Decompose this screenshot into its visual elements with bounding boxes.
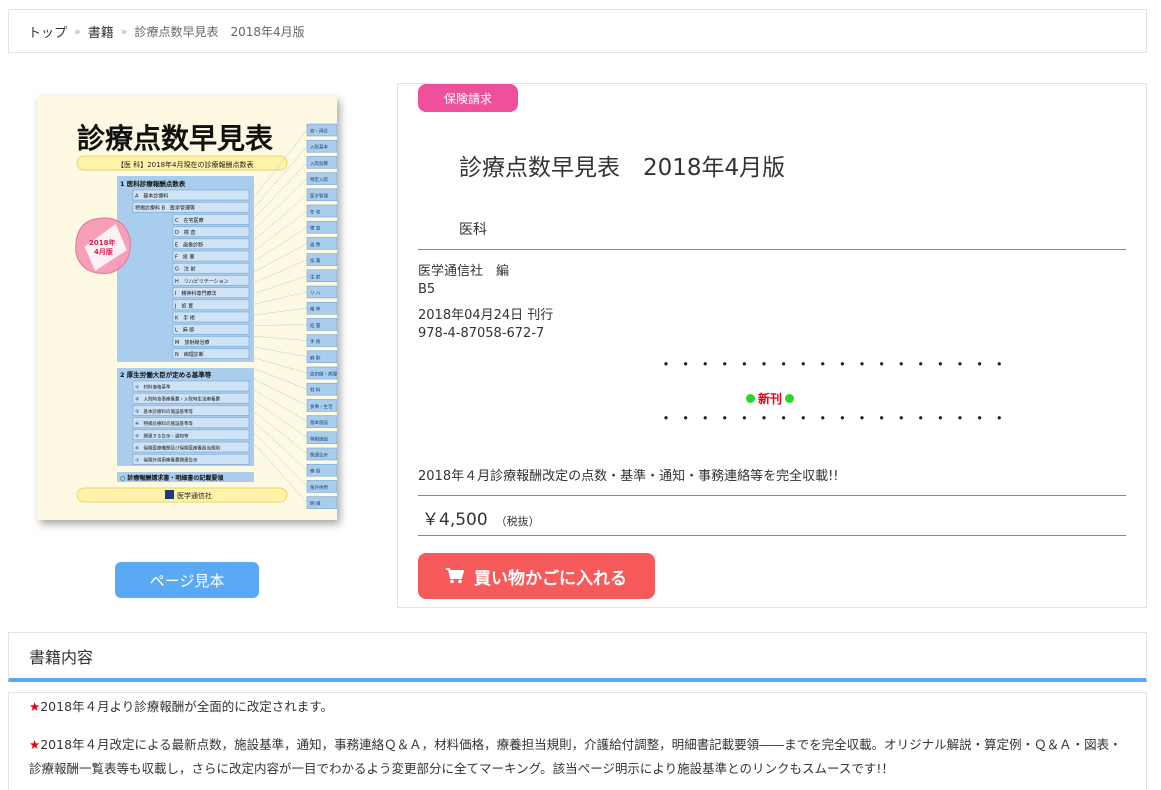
cover-index-tab-label: 材 料 — [310, 387, 321, 394]
cover-toc-label: ⑦ 保険外併用療養費関連告示 — [135, 457, 198, 464]
breadcrumb: トップ » 書籍 » 診療点数早見表 2018年4月版 — [8, 9, 1147, 53]
new-release-flag: 新刊 — [746, 390, 795, 407]
content-text: 2018年４月より診療報酬が全面的に改定されます。 — [40, 699, 334, 714]
product-title: 診療点数早見表 2018年4月版 — [459, 155, 786, 181]
content-text: 2018年４月改定による最新点数，施設基準，通知，事務連絡Ｑ＆Ａ，材料価格，療養… — [29, 737, 1122, 776]
cover-toc-label: G 注 射 — [175, 266, 195, 273]
book-cover-graphic: 診療点数早見表 【医 科】2018年4月現在の診療報酬点数表 1 医科診療報酬点… — [37, 96, 337, 520]
cover-index-tab-label: 処 置 — [310, 322, 321, 329]
dotted-divider-top: ・・・・・・・・・・・・・・・・・・ — [658, 355, 1011, 374]
cover-publisher: 医学通信社 — [177, 491, 212, 500]
add-to-cart-label: 買い物かごに入れる — [474, 568, 627, 589]
cover-toc-label: C 在宅医療 — [175, 217, 204, 224]
product-info-panel: 保険請求 診療点数早見表 2018年4月版 医科 医学通信社 編 B5 2018… — [397, 83, 1147, 608]
price-amount: ￥4,500 — [422, 510, 488, 530]
add-to-cart-button[interactable]: 買い物かごに入れる — [418, 553, 655, 599]
product-subcategory: 医科 — [459, 222, 487, 238]
cover-index-tab-label: 投 薬 — [310, 257, 321, 264]
cover-index-tab-label: 食事・生活 — [310, 403, 333, 410]
cover-toc-label: D 検 査 — [175, 229, 195, 236]
star-icon: ★ — [29, 737, 41, 752]
price-tax-note: （税抜） — [495, 515, 540, 528]
cover-index-tab-label: 保外併用 — [310, 484, 328, 491]
cover-badge-line2: 4月版 — [94, 247, 113, 256]
content-paragraph: ★2018年４月より診療報酬が全面的に改定されます。 — [29, 695, 1126, 719]
cover-index-tab-label: 放射線・病理 — [310, 371, 337, 378]
cover-index-tab-label: 明 細 — [310, 500, 321, 507]
dotted-divider-bottom: ・・・・・・・・・・・・・・・・・・ — [658, 409, 1011, 428]
green-dot-icon — [746, 394, 755, 403]
product-published-date: 2018年04月24日 刊行 — [418, 308, 554, 323]
shopping-cart-icon — [446, 568, 464, 584]
cover-index-tab-label: 手 術 — [310, 338, 321, 345]
cover-index-tab-label: リ ハ — [310, 292, 321, 297]
cover-toc-label: K 手 術 — [175, 315, 195, 322]
cover-index-tab-label: 医学管理 — [310, 192, 328, 199]
cover-toc-label: ① 材料価格基準 — [135, 384, 171, 391]
book-content-text: ★2018年４月より診療報酬が全面的に改定されます。 ★2018年４月改定による… — [8, 692, 1147, 790]
cover-toc-list-2: ① 材料価格基準 ② 入院時食事療養費・入院時生活療養費 ③ 基本診療料の施設基準等… — [132, 380, 250, 465]
cover-toc-label: E 画像診断 — [175, 241, 203, 248]
product-format: B5 — [418, 282, 436, 297]
cover-index-tab-label: 注 射 — [310, 273, 321, 280]
product-editor: 医学通信社 編 — [418, 264, 510, 279]
cover-section1: 1 医科診療報酬点数表 — [120, 179, 186, 188]
cover-toc-label: 特掲診療料 B 医学管理等 — [135, 205, 195, 212]
cover-toc-label: ③ 基本診療料の施設基準等 — [135, 408, 194, 415]
breadcrumb-books-link[interactable]: 書籍 — [88, 22, 114, 41]
product-price: ￥4,500 （税抜） — [422, 505, 540, 530]
cover-index-tab-label: 在 宅 — [310, 209, 321, 216]
cover-edition-label: 【医 科】2018年4月現在の診療報酬点数表 — [117, 160, 254, 169]
cover-toc-label: J 処 置 — [174, 302, 193, 309]
cover-index-tab-label: 検 査 — [310, 225, 321, 232]
divider — [418, 495, 1126, 496]
cover-index-tab-label: 特定入院 — [310, 176, 328, 183]
divider — [418, 535, 1126, 536]
cover-index-tab-label: 基本施設 — [310, 419, 328, 426]
cover-index-tab-label: 麻 酔 — [310, 354, 321, 361]
cover-index-tab-label: 初・再診 — [310, 128, 328, 135]
cover-index-tab-label: 精 神 — [310, 306, 321, 313]
category-badge[interactable]: 保険請求 — [418, 84, 518, 112]
cover-badge-line1: 2018年 — [89, 238, 115, 247]
cover-toc-label: F 投 薬 — [175, 254, 194, 261]
cover-toc-label: L 麻 酔 — [175, 327, 194, 334]
cover-index-tab-label: 入院加算 — [310, 160, 328, 167]
cover-toc-label: A 基本診療料 — [135, 193, 168, 200]
green-dot-icon — [785, 394, 795, 403]
cover-toc-label: ④ 特掲診療料の施設基準等 — [135, 420, 194, 427]
cover-section2: 2 厚生労働大臣が定める基準等 — [120, 370, 212, 379]
cover-index-tab-label: 画 像 — [310, 241, 321, 248]
star-icon: ★ — [29, 699, 41, 714]
cover-toc-label: ⑤ 関連する告示・通知等 — [135, 432, 189, 439]
cover-index-tab-label: 療 担 — [310, 468, 321, 475]
cover-toc-label: M 放射線治療 — [175, 339, 209, 346]
new-release-label: 新刊 — [758, 392, 783, 406]
book-cover-image[interactable]: 診療点数早見表 【医 科】2018年4月現在の診療報酬点数表 1 医科診療報酬点… — [37, 96, 337, 520]
breadcrumb-separator: » — [120, 24, 128, 38]
cover-toc-label: N 病理診断 — [175, 351, 204, 358]
breadcrumb-current: 診療点数早見表 2018年4月版 — [134, 24, 305, 39]
cover-index-tab-label: 関連告示 — [310, 452, 328, 459]
cover-toc-label: ② 入院時食事療養費・入院時生活療養費 — [135, 396, 221, 403]
cover-toc-label: H リハビリテーション — [175, 278, 229, 285]
page-sample-button[interactable]: ページ見本 — [115, 562, 259, 598]
cover-toc-label: I 精神科専門療法 — [175, 290, 216, 297]
cover-toc-label: ⑥ 保険医療機関及び保険医療養担当規則 — [135, 445, 221, 452]
divider — [418, 249, 1126, 250]
section-heading-book-content: 書籍内容 — [8, 632, 1147, 682]
cover-index-tab-label: 入院基本 — [310, 144, 328, 151]
content-paragraph: ★2018年４月改定による最新点数，施設基準，通知，事務連絡Ｑ＆Ａ，材料価格，療… — [29, 733, 1126, 781]
product-isbn: 978-4-87058-672-7 — [418, 326, 545, 341]
breadcrumb-separator: » — [74, 24, 81, 38]
cover-section3: ○ 診療報酬請求書・明細書の記載要領 — [120, 474, 224, 482]
product-description: 2018年４月診療報酬改定の点数・基準・通知・事務連絡等を完全収載!! — [418, 469, 839, 484]
cover-index-tab-label: 特掲施設 — [310, 435, 328, 442]
cover-title: 診療点数早見表 — [77, 122, 273, 155]
breadcrumb-top-link[interactable]: トップ — [28, 22, 67, 41]
